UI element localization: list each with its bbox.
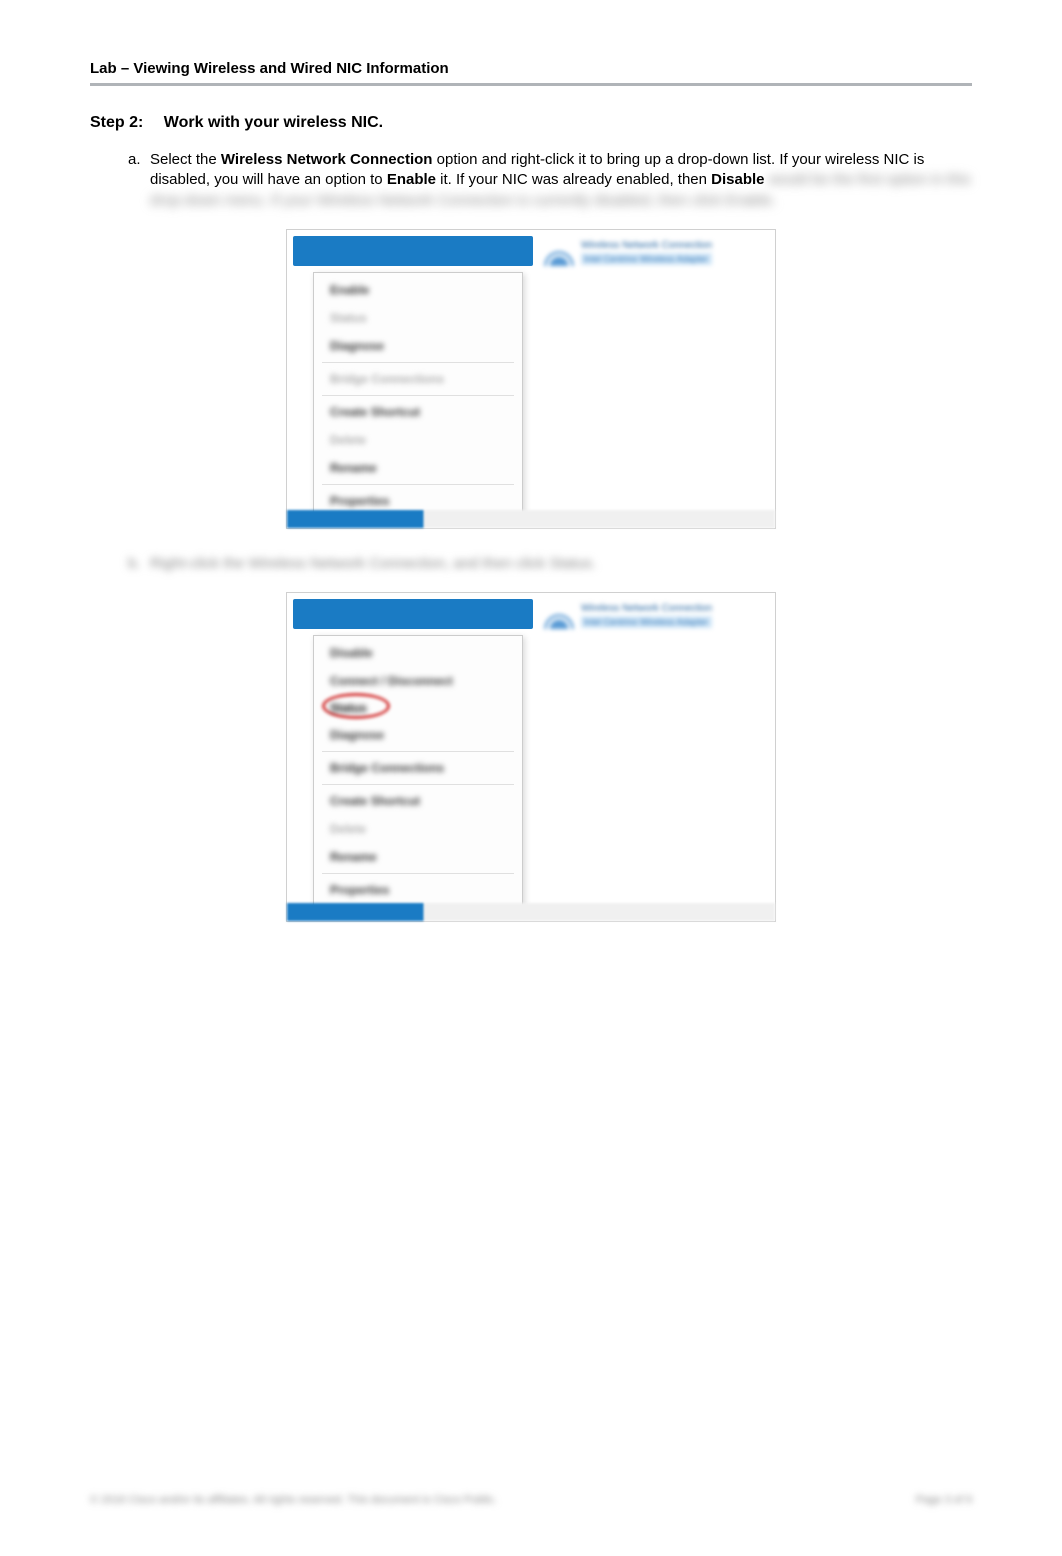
menu-separator: [322, 395, 514, 396]
wifi-adapter-tile: Wireless Network Connection Intel Centri…: [539, 236, 769, 270]
menu-shortcut-2: Create Shortcut: [314, 787, 522, 815]
adapter-title: Wireless Network Connection: [581, 240, 712, 251]
document-header: Lab – Viewing Wireless and Wired NIC Inf…: [90, 60, 972, 83]
menu-shortcut: Create Shortcut: [314, 398, 522, 426]
menu-delete: Delete: [314, 426, 522, 454]
selected-adapter-tile-2: [293, 599, 533, 629]
step-number: Step 2:: [90, 114, 143, 132]
menu-separator: [322, 362, 514, 363]
wifi-icon: [543, 240, 575, 266]
step-heading: Step 2: Work with your wireless NIC.: [90, 114, 972, 132]
page-footer: © 2016 Cisco and/or its affiliates. All …: [90, 1494, 972, 1506]
menu-bridge: Bridge Connections: [314, 365, 522, 393]
menu-connect: Connect / Disconnect: [314, 667, 522, 695]
footer-copyright: © 2016 Cisco and/or its affiliates. All …: [90, 1494, 497, 1506]
menu-rename: Rename: [314, 454, 522, 482]
menu-separator: [322, 784, 514, 785]
menu-diagnose: Diagnose: [314, 332, 522, 360]
footer-page-number: Page 3 of 9: [916, 1494, 972, 1506]
menu-separator: [322, 751, 514, 752]
adapter-subtitle-2: Intel Centrino Wireless Adapter: [581, 616, 712, 628]
wifi-icon: [543, 603, 575, 629]
list-content-a: Select the Wireless Network Connection o…: [150, 150, 972, 211]
menu-separator: [322, 873, 514, 874]
list-letter-b: b.: [128, 554, 150, 574]
list-item-a: a. Select the Wireless Network Connectio…: [128, 150, 972, 211]
list-item-b: b. Right-click the Wireless Network Conn…: [90, 554, 972, 574]
menu-separator: [322, 484, 514, 485]
menu-enable: Enable: [314, 276, 522, 304]
adapter-subtitle: Intel Centrino Wireless Adapter: [581, 253, 712, 265]
screenshot-footer: [287, 510, 775, 528]
context-menu-2: Disable Connect / Disconnect Status Diag…: [313, 635, 523, 908]
menu-bridge-2: Bridge Connections: [314, 754, 522, 782]
step-text: Work with your wireless NIC.: [164, 114, 383, 132]
menu-status: Status: [314, 304, 522, 332]
list-letter: a.: [128, 150, 150, 211]
screenshot-context-menu-1: Wireless Network Connection Intel Centri…: [286, 229, 776, 529]
bold-disable: Disable: [711, 171, 764, 188]
text-mid2: it. If your NIC was already enabled, the…: [436, 171, 711, 188]
menu-status-text: Status: [330, 701, 367, 715]
wifi-adapter-tile-2: Wireless Network Connection Intel Centri…: [539, 599, 769, 633]
menu-diagnose-2: Diagnose: [314, 721, 522, 749]
context-menu-1: Enable Status Diagnose Bridge Connection…: [313, 272, 523, 519]
list-content-b: Right-click the Wireless Network Connect…: [150, 554, 972, 574]
menu-properties-2: Properties: [314, 876, 522, 904]
menu-rename-2: Rename: [314, 843, 522, 871]
menu-status-highlighted: Status: [314, 695, 522, 721]
screenshot-footer-2: [287, 903, 775, 921]
menu-delete-2: Delete: [314, 815, 522, 843]
header-rule: [90, 83, 972, 86]
text-pre1: Select the: [150, 151, 221, 168]
adapter-title-2: Wireless Network Connection: [581, 603, 712, 614]
screenshot-context-menu-2: Wireless Network Connection Intel Centri…: [286, 592, 776, 922]
bold-enable: Enable: [387, 171, 436, 188]
selected-adapter-tile: [293, 236, 533, 266]
bold-wnc: Wireless Network Connection: [221, 151, 433, 168]
menu-disable: Disable: [314, 639, 522, 667]
